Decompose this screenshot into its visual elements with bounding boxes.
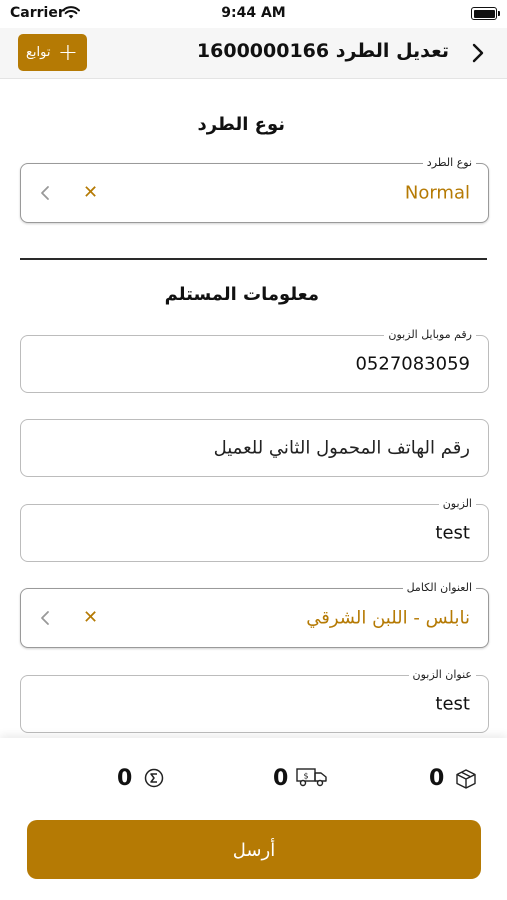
customer-name-label: الزبون <box>438 496 476 512</box>
full-address-select[interactable]: العنوان الكامل نابلس - اللبن الشرقي ✕ <box>20 580 489 648</box>
customer-mobile-label: رقم موبايل الزبون <box>384 327 476 343</box>
page-title: تعديل الطرد 1600000166 <box>196 40 449 62</box>
sum-icon <box>144 768 164 792</box>
recipient-info-heading: معلومات المستلم <box>164 284 319 305</box>
package-box-icon <box>455 768 477 794</box>
status-bar: Carrier 9:44 AM <box>0 0 507 28</box>
send-button[interactable]: أرسل <box>27 820 481 879</box>
battery-icon <box>471 7 500 20</box>
section-divider <box>20 258 487 260</box>
add-attachments-label: توابع <box>26 45 51 60</box>
customer-name-field[interactable]: الزبون test <box>20 496 489 562</box>
delivery-truck-icon: $ <box>296 766 328 792</box>
delivery-value: 0 <box>273 766 289 791</box>
customer-address-value: test <box>435 693 470 715</box>
back-chevron-icon[interactable] <box>467 41 489 65</box>
package-type-heading: نوع الطرد <box>197 114 285 135</box>
chevron-left-icon[interactable] <box>39 185 51 201</box>
packages-value: 0 <box>429 766 445 791</box>
clear-icon[interactable]: ✕ <box>83 184 98 202</box>
chevron-left-icon[interactable] <box>39 610 51 626</box>
full-address-label: العنوان الكامل <box>402 580 476 596</box>
summary-panel: 0 0 $ 0 أرسل <box>0 738 507 900</box>
second-mobile-field[interactable]: رقم الهاتف المحمول الثاني للعميل <box>20 419 489 477</box>
full-address-value: نابلس - اللبن الشرقي <box>306 607 470 629</box>
add-attachments-button[interactable]: + توابع <box>18 34 87 71</box>
package-type-select[interactable]: نوع الطرد Normal ✕ <box>20 155 489 223</box>
sum-value: 0 <box>117 766 133 791</box>
customer-name-value: test <box>435 522 470 544</box>
customer-address-field[interactable]: عنوان الزبون test <box>20 667 489 733</box>
customer-mobile-field[interactable]: رقم موبايل الزبون 0527083059 <box>20 327 489 393</box>
customer-address-label: عنوان الزبون <box>408 667 476 683</box>
package-type-value: Normal <box>404 182 470 204</box>
clear-icon[interactable]: ✕ <box>83 609 98 627</box>
package-type-label: نوع الطرد <box>422 155 476 171</box>
plus-icon: + <box>57 38 78 66</box>
customer-mobile-value: 0527083059 <box>355 353 470 375</box>
clock: 9:44 AM <box>221 5 286 21</box>
second-mobile-placeholder: رقم الهاتف المحمول الثاني للعميل <box>213 437 470 459</box>
send-button-label: أرسل <box>232 840 276 861</box>
navigation-bar: تعديل الطرد 1600000166 + توابع <box>0 28 507 79</box>
svg-text:$: $ <box>303 772 308 781</box>
